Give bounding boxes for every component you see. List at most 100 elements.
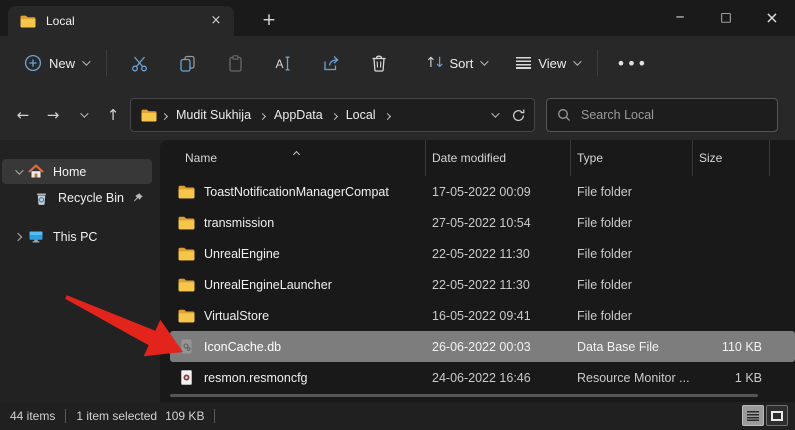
file-type: File folder [577,215,632,230]
chevron-down-icon [480,57,489,66]
selection-size: 109 KB [165,409,205,423]
database-file-icon [181,339,192,354]
search-input[interactable] [581,108,751,122]
maximize-button[interactable]: □ [703,0,749,34]
file-type: Data Base File [577,339,659,354]
address-dropdown-icon[interactable] [491,109,500,118]
search-box [546,98,778,132]
chevron-down-icon [80,109,89,118]
delete-button[interactable] [359,45,399,81]
sidebar-item-this-pc[interactable]: This PC [2,224,152,249]
column-header-size[interactable]: Size [693,140,770,176]
back-button[interactable]: ← [8,100,38,130]
svg-text:A: A [276,57,284,71]
file-row[interactable]: transmission 27-05-2022 10:54 File folde… [170,207,795,238]
file-row[interactable]: UnrealEngine 22-05-2022 11:30 File folde… [170,238,795,269]
folder-icon [178,278,195,291]
folder-icon [178,276,195,293]
refresh-button[interactable] [511,108,526,123]
breadcrumb-segment[interactable]: AppData [270,106,327,124]
chevron-down-icon [573,57,582,66]
new-button[interactable]: New [14,45,98,81]
column-header-date-modified[interactable]: Date modified [426,140,571,176]
column-header-name[interactable]: Name [170,140,426,176]
pin-icon [132,192,144,204]
sidebar-item-recycle-bin[interactable]: Recycle Bin [2,185,152,210]
view-button-label: View [538,55,567,71]
breadcrumb-segment[interactable]: Mudit Sukhija [172,106,255,124]
file-row[interactable]: VirtualStore 16-05-2022 09:41 File folde… [170,300,795,331]
file-list: ToastNotificationManagerCompat 17-05-202… [160,176,795,393]
file-row[interactable]: ToastNotificationManagerCompat 17-05-202… [170,176,795,207]
status-bar: 44 items 1 item selected 109 KB [0,402,795,430]
recent-locations-button[interactable] [68,100,98,130]
file-type: File folder [577,246,632,261]
address-bar[interactable]: Mudit Sukhija AppData Local [130,98,535,132]
breadcrumb-segment[interactable]: Local [342,106,380,124]
more-options-button[interactable]: ••• [606,45,657,81]
file-name: ToastNotificationManagerCompat [204,184,389,199]
command-bar: New A ↑↓ Sort View ••• [0,36,795,90]
share-icon [324,55,339,70]
sidebar: Home Recycle Bin This PC [0,140,160,402]
up-button[interactable]: ↑ [98,100,128,130]
sort-ascending-icon [292,146,300,160]
tab-local[interactable]: Local × [8,6,234,36]
large-icons-view-icon [771,410,783,421]
breadcrumb-separator-icon [330,108,338,122]
more-options-icon: ••• [616,53,648,73]
file-date-modified: 16-05-2022 09:41 [432,308,531,323]
status-divider [65,409,67,423]
selection-count: 1 item selected [76,409,158,423]
home-icon [28,164,44,178]
folder-icon [178,309,195,322]
minimize-button[interactable]: ─ [657,0,703,34]
file-name: UnrealEngineLauncher [204,277,332,292]
rename-button[interactable]: A [263,45,303,81]
file-row[interactable]: IconCache.db 26-06-2022 00:03 Data Base … [170,331,795,362]
folder-icon [178,214,195,231]
file-date-modified: 17-05-2022 00:09 [432,184,531,199]
share-button[interactable] [311,45,351,81]
file-type: File folder [577,277,632,292]
forward-button[interactable]: → [38,100,68,130]
sidebar-item-label: Home [53,164,87,179]
database-file-icon [178,338,195,355]
horizontal-scrollbar[interactable] [170,394,758,397]
plus-circle-icon [24,54,42,72]
file-name: VirtualStore [204,308,270,323]
window-controls: ─ □ × [657,0,795,34]
file-date-modified: 26-06-2022 00:03 [432,339,531,354]
titlebar: Local × + ─ □ × [0,0,795,36]
folder-icon [178,183,195,200]
scissors-icon [131,56,147,71]
file-row[interactable]: UnrealEngineLauncher 22-05-2022 11:30 Fi… [170,269,795,300]
file-date-modified: 22-05-2022 11:30 [432,246,530,261]
sort-button-label: Sort [449,55,474,71]
sort-button[interactable]: ↑↓ Sort [415,45,496,81]
copy-button[interactable] [167,45,207,81]
main-area: Home Recycle Bin This PC Name Date modif… [0,140,795,402]
new-tab-button[interactable]: + [256,8,282,32]
sidebar-item-home[interactable]: Home [2,159,152,184]
search-icon [558,109,571,122]
tab-close-button[interactable]: × [206,11,226,31]
file-row[interactable]: resmon.resmoncfg 24-06-2022 16:46 Resour… [170,362,795,393]
chevron-right-icon [13,232,23,241]
cut-button[interactable] [119,45,159,81]
details-view-icon [747,410,759,421]
chevron-down-icon [82,57,91,66]
file-type: File folder [577,308,632,323]
view-list-icon [516,57,532,69]
paste-button[interactable] [215,45,255,81]
sort-icon: ↑↓ [425,55,445,71]
file-date-modified: 24-06-2022 16:46 [432,370,531,385]
view-button[interactable]: View [506,45,589,81]
column-header-type[interactable]: Type [571,140,693,176]
large-icons-view-button[interactable] [766,405,788,426]
close-button[interactable]: × [749,0,795,34]
folder-icon [141,109,157,121]
address-row: ← → ↑ Mudit Sukhija AppData Local [0,90,795,140]
details-view-button[interactable] [742,405,764,426]
file-date-modified: 22-05-2022 11:30 [432,277,530,292]
